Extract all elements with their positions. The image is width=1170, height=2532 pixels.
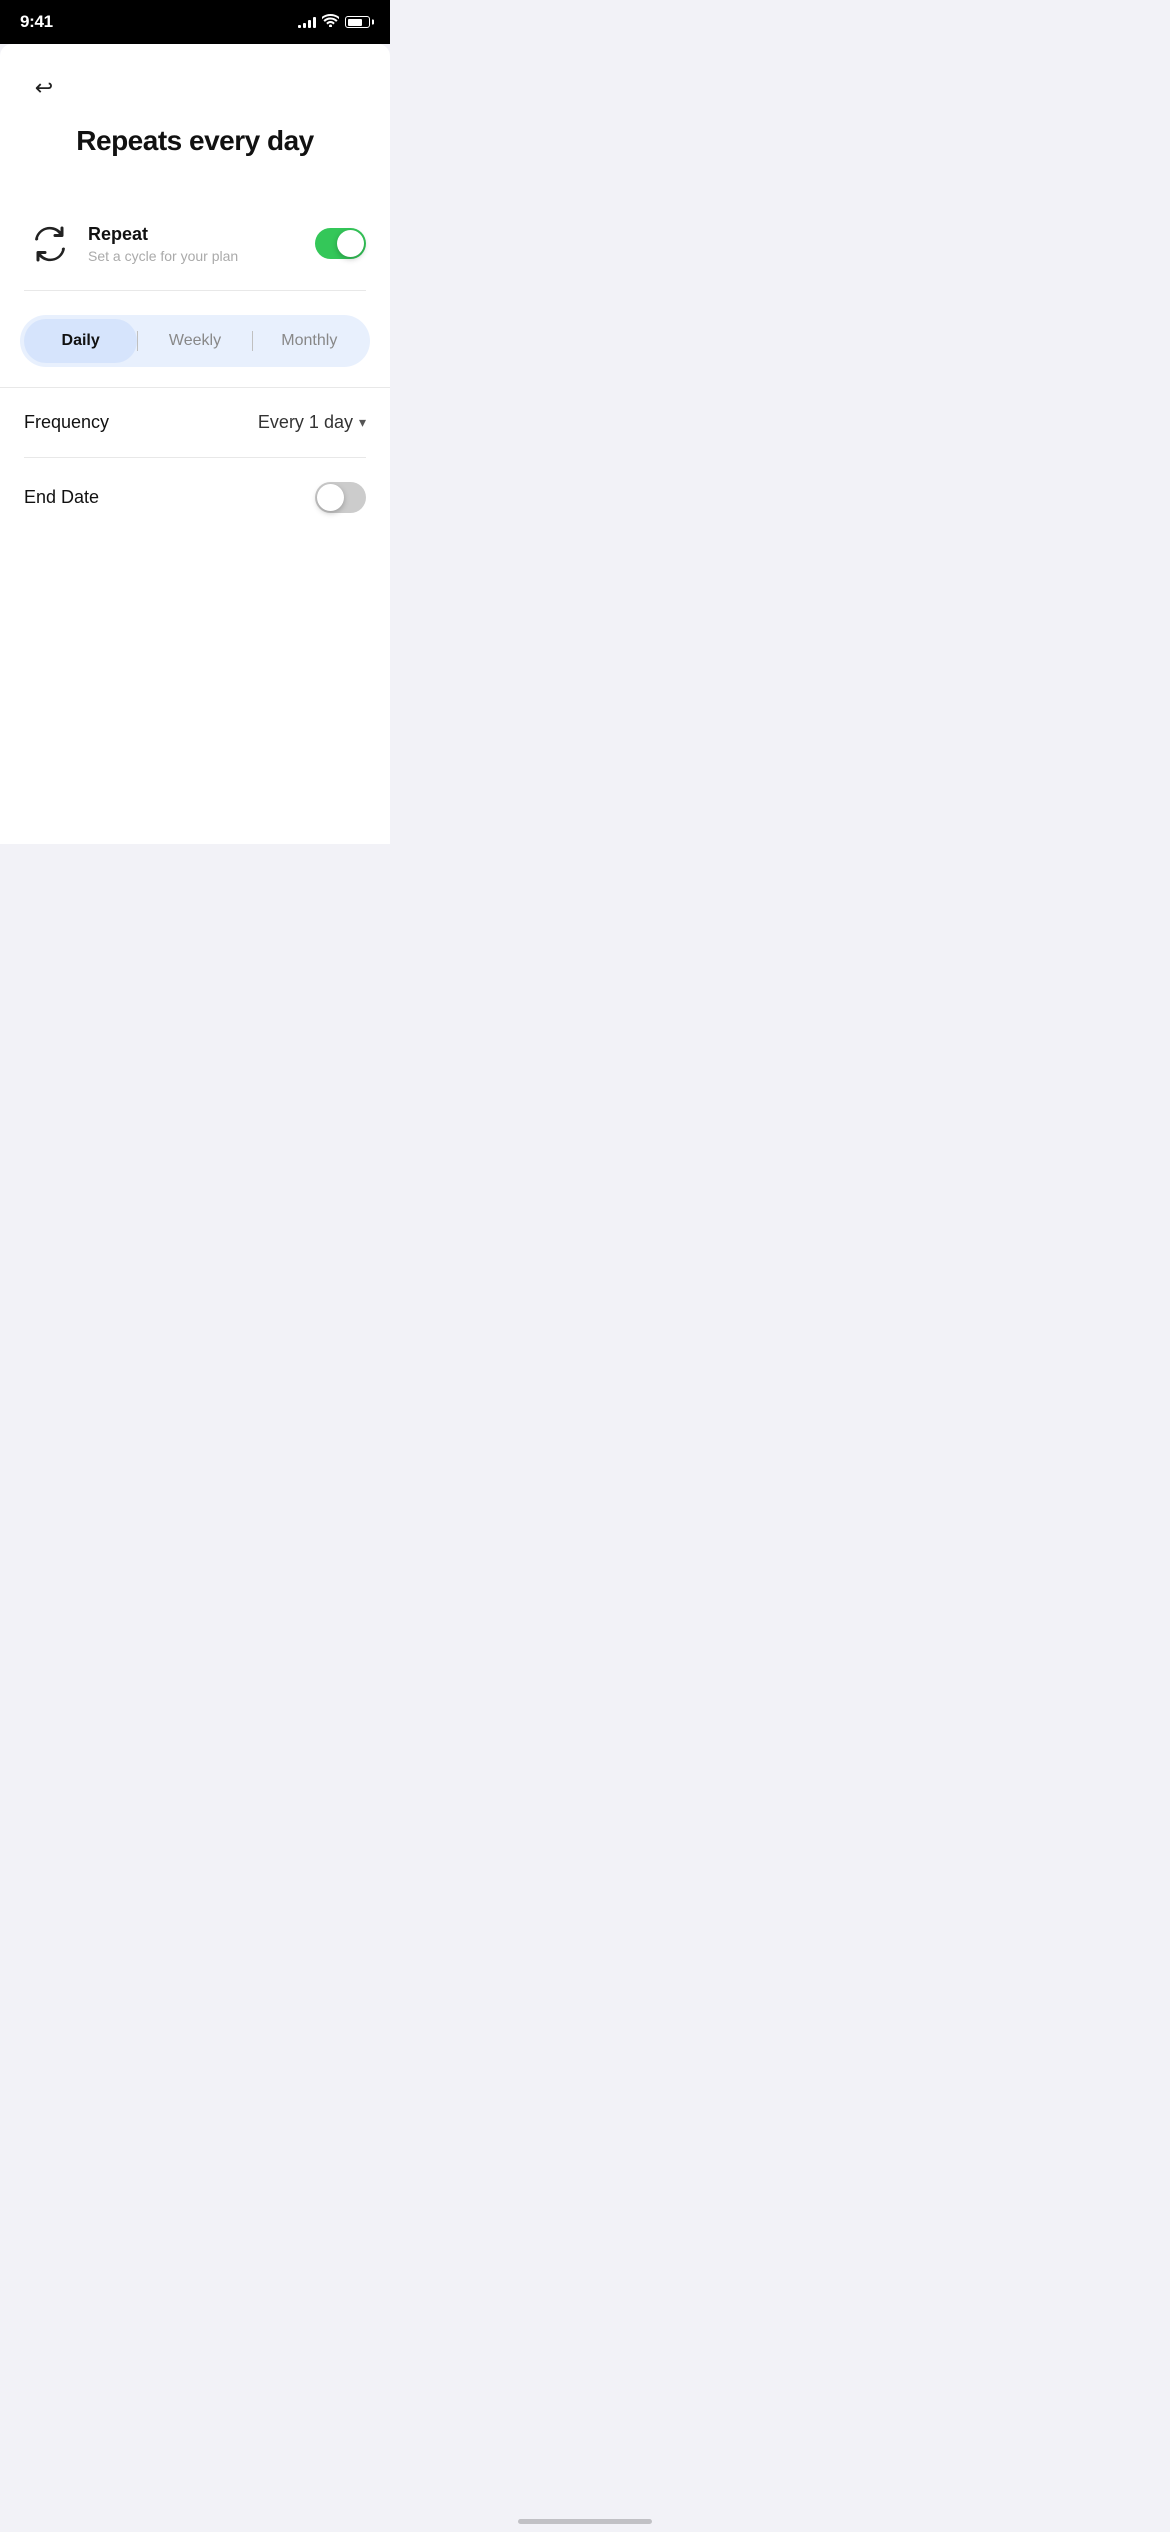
tab-daily[interactable]: Daily	[24, 319, 137, 363]
home-indicator	[518, 2519, 652, 2524]
battery-icon	[345, 16, 370, 28]
back-arrow-icon: ↩	[35, 77, 53, 99]
repeat-sublabel: Set a cycle for your plan	[88, 248, 315, 264]
frequency-label: Frequency	[24, 412, 109, 433]
end-date-toggle[interactable]	[315, 482, 366, 513]
repeat-label: Repeat	[88, 224, 315, 245]
main-container: ↩ Repeats every day Repeat Set a cycle f…	[0, 44, 390, 844]
status-time: 9:41	[20, 12, 53, 32]
tab-monthly[interactable]: Monthly	[253, 319, 366, 363]
frequency-row: Frequency Every 1 day ▾	[24, 388, 366, 458]
signal-icon	[298, 16, 316, 28]
repeat-icon-container	[24, 218, 76, 270]
status-bar: 9:41	[0, 0, 390, 44]
repeat-row: Repeat Set a cycle for your plan	[24, 218, 366, 291]
end-date-row: End Date	[24, 458, 366, 537]
tab-weekly[interactable]: Weekly	[138, 319, 251, 363]
back-button[interactable]: ↩	[24, 68, 64, 108]
end-date-toggle-container	[315, 482, 366, 513]
end-date-toggle-knob	[317, 484, 344, 511]
repeat-text: Repeat Set a cycle for your plan	[88, 224, 315, 264]
frequency-value-button[interactable]: Every 1 day ▾	[258, 412, 366, 433]
chevron-down-icon: ▾	[359, 414, 366, 431]
frequency-tabs: Daily Weekly Monthly	[20, 315, 370, 367]
frequency-value-text: Every 1 day	[258, 412, 353, 433]
toggle-knob	[337, 230, 364, 257]
repeat-toggle-container	[315, 228, 366, 259]
wifi-icon	[322, 14, 339, 30]
repeat-toggle[interactable]	[315, 228, 366, 259]
end-date-label: End Date	[24, 487, 99, 508]
status-icons	[298, 14, 370, 30]
repeat-cycle-icon	[30, 224, 70, 264]
